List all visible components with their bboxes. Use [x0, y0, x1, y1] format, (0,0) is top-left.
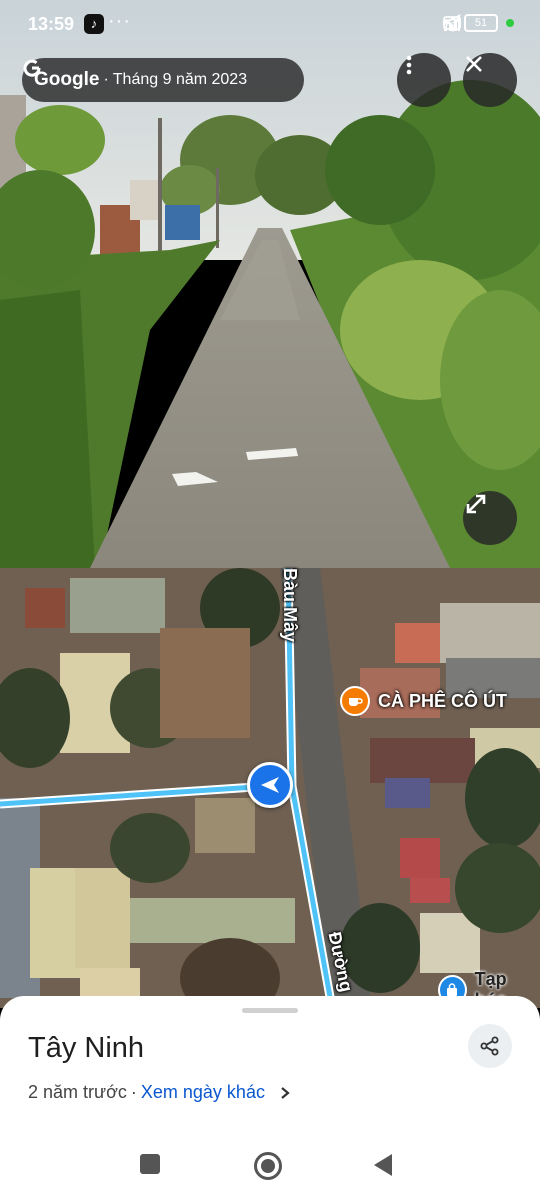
- dot-separator: ·: [103, 71, 109, 88]
- tiktok-icon: ♪: [84, 14, 104, 34]
- close-icon: [466, 56, 482, 72]
- more-options-button[interactable]: [397, 53, 451, 107]
- back-triangle-icon[interactable]: [374, 1154, 392, 1176]
- home-circle-icon[interactable]: [254, 1152, 282, 1180]
- capture-date: Tháng 9 năm 2023: [112, 71, 248, 88]
- status-bar: 13:59 ♪ ··· 4G 51: [0, 0, 540, 50]
- street-view-position-marker[interactable]: [247, 762, 293, 808]
- imagery-meta-row: 2 năm trước · Xem ngày khác: [28, 1082, 291, 1103]
- expand-icon: [466, 494, 486, 514]
- share-button[interactable]: [468, 1024, 512, 1068]
- imagery-age: 2 năm trước: [28, 1082, 127, 1102]
- expand-button[interactable]: [463, 491, 517, 545]
- close-button[interactable]: [463, 53, 517, 107]
- road-label-bau-may: Bàu Mây: [280, 568, 300, 643]
- system-nav-bar: [0, 1136, 540, 1200]
- more-dots-icon: ···: [108, 10, 131, 32]
- poi-cafe-name: CÀ PHÊ CÔ ÚT: [378, 690, 508, 711]
- google-brand: Google: [34, 69, 100, 90]
- status-time: 13:59: [28, 14, 75, 34]
- direction-arrow-icon: [261, 777, 279, 793]
- recents-square-icon[interactable]: [140, 1154, 160, 1174]
- chevron-right-icon[interactable]: [279, 1086, 291, 1100]
- place-title: Tây Ninh: [28, 1032, 145, 1064]
- google-g-icon: [23, 59, 41, 77]
- meta-separator: ·: [130, 1082, 137, 1102]
- home-inner-dot: [261, 1159, 275, 1173]
- more-vert-icon: [406, 55, 412, 75]
- poi-cafe-co-ut[interactable]: CÀ PHÊ CÔ ÚT: [340, 686, 507, 716]
- imagery-info-pill[interactable]: Google · Tháng 9 năm 2023: [22, 58, 304, 102]
- sheet-drag-handle[interactable]: [242, 1008, 298, 1013]
- status-icons: 4G 51: [442, 14, 514, 32]
- coffee-cup-icon: [340, 686, 370, 716]
- battery-icon: 51: [464, 14, 498, 32]
- street-view-panorama[interactable]: 13:59 ♪ ··· 4G 51: [0, 0, 540, 568]
- see-other-dates-link[interactable]: Xem ngày khác: [141, 1082, 265, 1103]
- status-dot: [506, 19, 514, 27]
- share-icon: [480, 1036, 499, 1056]
- signal-icon-2: [443, 15, 460, 31]
